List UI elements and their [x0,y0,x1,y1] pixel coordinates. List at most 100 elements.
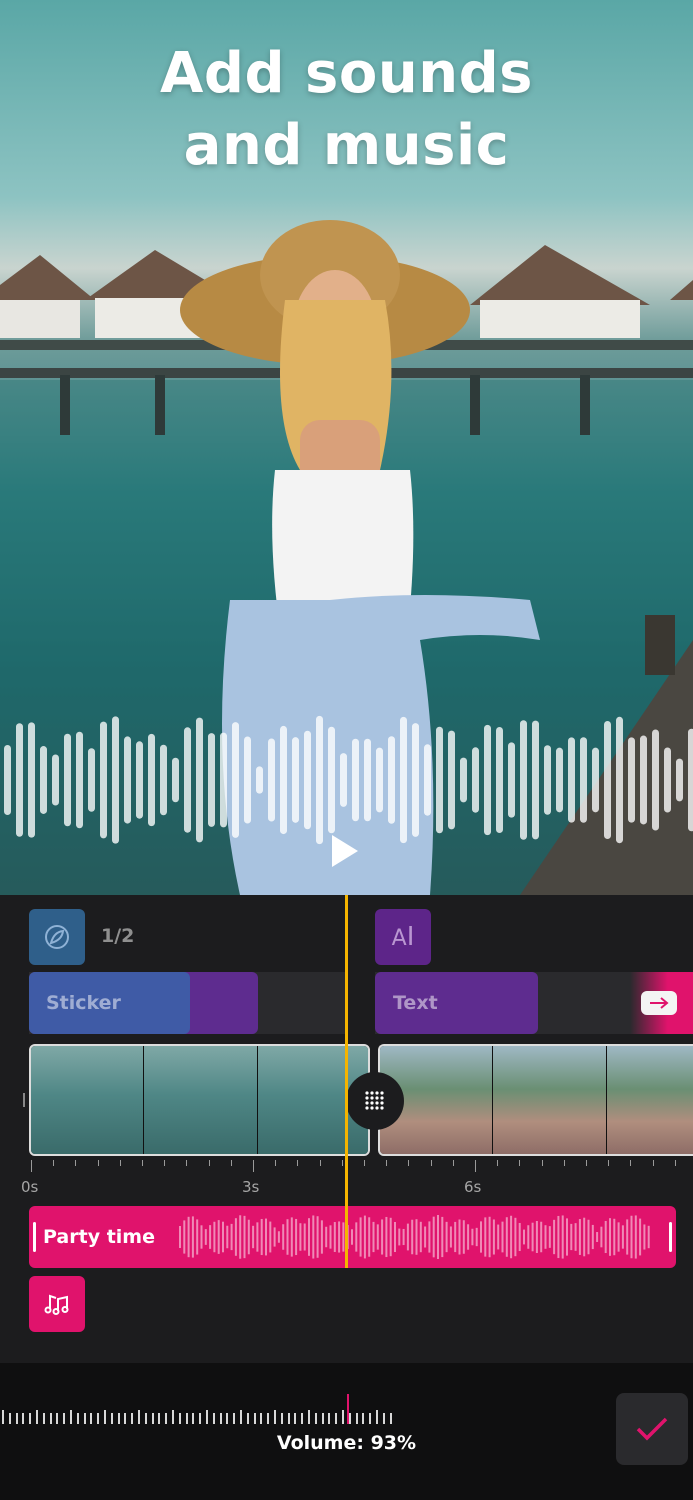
ruler-tick [475,1160,476,1172]
sticker-label: Sticker [46,992,121,1014]
volume-tick [389,1413,392,1424]
volume-tick [274,1410,276,1424]
ruler-tick [497,1160,499,1166]
volume-tick [280,1413,283,1424]
volume-tick [321,1413,324,1424]
volume-tick [342,1410,344,1424]
clip-frame [607,1046,693,1154]
effects-count: 1/2 [101,925,135,947]
volume-tick [63,1413,66,1424]
volume-tick [206,1410,208,1424]
video-preview[interactable]: Add sounds and music [0,0,693,895]
play-icon[interactable] [332,835,358,867]
volume-label: Volume: 93% [276,1432,417,1454]
volume-tick [253,1413,256,1424]
audio-label: Party time [43,1226,155,1248]
volume-tick [151,1413,154,1424]
ruler-tick [53,1160,55,1166]
headline-text: Add sounds and music [160,41,533,178]
volume-tick [246,1413,249,1424]
effect-icon[interactable] [29,909,85,965]
clip-start-marker [23,1093,25,1107]
ruler-tick [608,1160,610,1166]
ruler-tick [364,1160,365,1166]
clip-frame [31,1046,145,1154]
volume-indicator[interactable] [347,1394,349,1424]
ruler-tick [563,1160,565,1166]
ruler-tick [386,1160,388,1166]
checkmark-icon[interactable] [616,1393,688,1465]
volume-tick [29,1413,32,1424]
volume-tick [226,1413,229,1424]
clip-frame [144,1046,259,1154]
ruler-tick [31,1160,32,1172]
ruler-label-6s: 6s [464,1178,482,1196]
volume-tick [42,1413,45,1424]
audio-trim-right[interactable] [669,1222,672,1252]
volume-tick [56,1413,59,1424]
volume-tick [70,1410,72,1424]
volume-tick [138,1410,140,1424]
ruler-label-0s: 0s [21,1178,39,1196]
volume-tick [362,1413,365,1424]
volume-slider[interactable] [0,1394,400,1428]
volume-tick [382,1413,385,1424]
volume-tick [233,1413,236,1424]
volume-tick [267,1413,270,1424]
volume-tick [355,1413,358,1424]
grid-dots-icon[interactable] [346,1072,404,1130]
music-note-icon[interactable] [29,1276,85,1332]
ruler-tick [97,1160,99,1166]
volume-tick [314,1413,317,1424]
volume-tick [49,1413,52,1424]
ruler-tick [164,1160,166,1166]
sticker-pill[interactable]: Sticker [29,972,190,1034]
volume-tick [76,1413,79,1424]
volume-tick [376,1410,378,1424]
volume-tick [8,1413,11,1424]
volume-tick [287,1413,290,1424]
audio-trim-left[interactable] [33,1222,36,1252]
ruler-tick [186,1160,188,1166]
playhead[interactable] [345,895,348,1268]
volume-tick [192,1413,195,1424]
ruler-tick [541,1160,543,1166]
volume-tick [110,1413,113,1424]
ruler-tick [408,1160,410,1166]
video-clip-1[interactable] [29,1044,370,1156]
volume-tick [172,1410,174,1424]
text-label: Text [393,992,438,1014]
ruler-tick [341,1160,343,1166]
volume-tick [83,1413,86,1424]
volume-tick [15,1413,18,1424]
ruler-tick [519,1160,521,1166]
volume-tick [104,1410,106,1424]
ruler-tick [452,1160,454,1166]
volume-tick [308,1410,310,1424]
video-clip-2[interactable] [378,1044,693,1156]
ruler-tick [652,1160,654,1166]
clip-frame [493,1046,608,1154]
volume-tick [131,1413,134,1424]
ruler-tick [630,1160,632,1166]
volume-tick [219,1413,222,1424]
ruler-tick [430,1160,432,1166]
ruler-tick [142,1160,143,1166]
volume-tick [301,1413,304,1424]
text-cursor-icon[interactable]: AI [375,909,431,965]
ruler-tick [297,1160,299,1166]
volume-tick [158,1413,161,1424]
audio-track[interactable]: Party time [29,1206,676,1268]
volume-tick [144,1413,147,1424]
volume-tick [185,1413,188,1424]
arrow-right-icon[interactable] [641,991,677,1015]
text-pill[interactable]: Text [375,972,538,1034]
ruler-tick [275,1160,277,1166]
volume-tick [260,1413,263,1424]
headline: Add sounds and music [0,38,693,182]
volume-tick [97,1413,100,1424]
ruler-tick [75,1160,77,1166]
ruler-tick [208,1160,210,1166]
volume-tick [369,1413,372,1424]
volume-tick [212,1413,215,1424]
